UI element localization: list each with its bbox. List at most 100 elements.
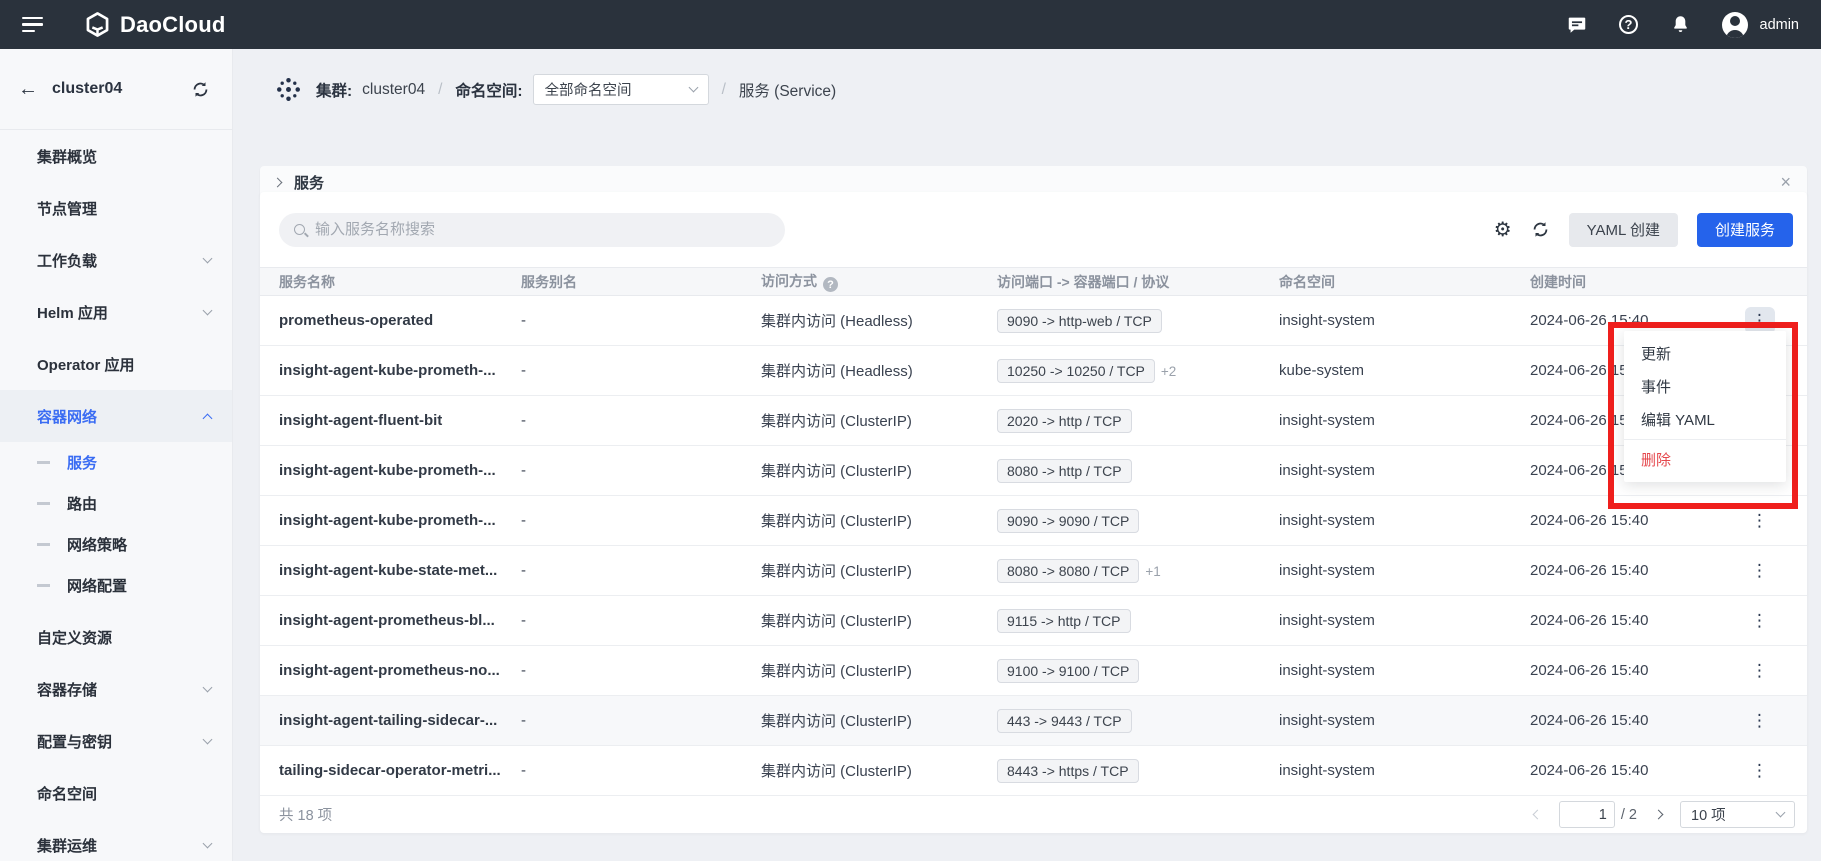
table-row[interactable]: insight-agent-kube-state-met...-集群内访问 (C… bbox=[260, 546, 1807, 596]
cluster-switch-icon[interactable] bbox=[191, 80, 210, 99]
sidebar-item-14[interactable]: 集群运维 bbox=[0, 819, 232, 861]
chevron-down-icon bbox=[203, 253, 213, 263]
back-arrow-icon[interactable]: ← bbox=[18, 78, 38, 101]
chevron-down-icon bbox=[203, 838, 213, 848]
namespace: insight-system bbox=[1279, 296, 1530, 346]
refresh-icon[interactable] bbox=[1531, 220, 1550, 239]
actions: ⋮ bbox=[1745, 596, 1807, 646]
sidebar-item-label: 命名空间 bbox=[37, 783, 97, 804]
context-menu-item-2[interactable]: 编辑 YAML bbox=[1624, 403, 1786, 436]
gear-icon[interactable]: ⚙ bbox=[1494, 217, 1512, 242]
sidebar-item-label: 路由 bbox=[67, 493, 97, 514]
page-number-input[interactable] bbox=[1559, 801, 1615, 828]
port-chip: 8443 -> https / TCP bbox=[997, 759, 1139, 783]
access-mode: 集群内访问 (ClusterIP) bbox=[761, 596, 997, 646]
create-service-button[interactable]: 创建服务 bbox=[1697, 213, 1793, 247]
message-icon[interactable] bbox=[1566, 14, 1588, 36]
service-name: insight-agent-kube-prometh-... bbox=[260, 496, 521, 546]
access-mode: 集群内访问 (Headless) bbox=[761, 346, 997, 396]
table-row[interactable]: insight-agent-prometheus-no...-集群内访问 (Cl… bbox=[260, 646, 1807, 696]
hamburger-menu-icon[interactable] bbox=[22, 17, 44, 32]
service-name: insight-agent-kube-prometh-... bbox=[260, 446, 521, 496]
context-menu-item-0[interactable]: 更新 bbox=[1624, 337, 1786, 370]
page-size-select[interactable]: 10 项 bbox=[1680, 801, 1795, 828]
search-input[interactable] bbox=[315, 221, 770, 238]
service-alias: - bbox=[521, 696, 761, 746]
service-name: insight-agent-prometheus-bl... bbox=[260, 596, 521, 646]
search-box[interactable] bbox=[279, 213, 785, 247]
sidebar-item-label: 服务 bbox=[67, 452, 97, 473]
daocloud-logo-icon bbox=[84, 11, 111, 38]
table-row[interactable]: insight-agent-tailing-sidecar-...-集群内访问 … bbox=[260, 696, 1807, 746]
page-prev-icon[interactable] bbox=[1530, 807, 1545, 822]
brand-logo[interactable]: DaoCloud bbox=[84, 11, 225, 38]
card-toolbar: ⚙ YAML 创建 创建服务 bbox=[260, 192, 1807, 267]
namespace-select[interactable]: 全部命名空间 bbox=[533, 74, 709, 105]
cluster-dots-icon bbox=[275, 76, 302, 103]
sidebar-item-4[interactable]: Operator 应用 bbox=[0, 338, 232, 390]
created-time: 2024-06-26 15:40 bbox=[1530, 696, 1745, 746]
sidebar-item-10[interactable]: 自定义资源 bbox=[0, 611, 232, 663]
panel-title: 服务 bbox=[294, 172, 324, 193]
sidebar-item-3[interactable]: Helm 应用 bbox=[0, 286, 232, 338]
ports: 9090 -> 9090 / TCP bbox=[997, 496, 1279, 546]
pagination-bar: 共 18 项 / 2 10 项 bbox=[260, 796, 1807, 833]
kebab-menu-icon[interactable]: ⋮ bbox=[1745, 557, 1775, 584]
kebab-menu-icon[interactable]: ⋮ bbox=[1745, 657, 1775, 684]
table-row[interactable]: insight-agent-kube-prometh-...-集群内访问 (Cl… bbox=[260, 446, 1807, 496]
namespace: insight-system bbox=[1279, 396, 1530, 446]
kebab-menu-icon[interactable]: ⋮ bbox=[1745, 707, 1775, 734]
table-row[interactable]: insight-agent-kube-prometh-...-集群内访问 (Cl… bbox=[260, 496, 1807, 546]
sidebar-item-1[interactable]: 节点管理 bbox=[0, 182, 232, 234]
service-name: insight-agent-kube-prometh-... bbox=[260, 346, 521, 396]
col-created: 创建时间 bbox=[1530, 268, 1745, 296]
sidebar-item-7[interactable]: 路由 bbox=[0, 483, 232, 524]
help-icon[interactable]: ? bbox=[1618, 14, 1640, 36]
breadcrumb-cluster-value[interactable]: cluster04 bbox=[362, 81, 425, 99]
sidebar-item-0[interactable]: 集群概览 bbox=[0, 130, 232, 182]
kebab-menu-icon[interactable]: ⋮ bbox=[1745, 607, 1775, 634]
sidebar-item-6[interactable]: 服务 bbox=[0, 442, 232, 483]
yaml-create-button[interactable]: YAML 创建 bbox=[1569, 213, 1678, 247]
access-mode: 集群内访问 (ClusterIP) bbox=[761, 696, 997, 746]
namespace: insight-system bbox=[1279, 746, 1530, 796]
context-menu-item-delete[interactable]: 删除 bbox=[1624, 443, 1786, 476]
ports: 8443 -> https / TCP bbox=[997, 746, 1279, 796]
namespace: insight-system bbox=[1279, 546, 1530, 596]
actions: ⋮ bbox=[1745, 746, 1807, 796]
table-row[interactable]: tailing-sidecar-operator-metri...-集群内访问 … bbox=[260, 746, 1807, 796]
kebab-menu-icon[interactable]: ⋮ bbox=[1745, 757, 1775, 784]
table-row[interactable]: insight-agent-fluent-bit-集群内访问 (ClusterI… bbox=[260, 396, 1807, 446]
annotation-highlight-box: 更新事件编辑 YAML 删除 bbox=[1608, 322, 1798, 509]
ports: 9090 -> http-web / TCP bbox=[997, 296, 1279, 346]
username[interactable]: admin bbox=[1760, 17, 1800, 33]
service-name: insight-agent-tailing-sidecar-... bbox=[260, 696, 521, 746]
port-chip: 9090 -> http-web / TCP bbox=[997, 309, 1162, 333]
sidebar-item-2[interactable]: 工作负载 bbox=[0, 234, 232, 286]
notification-bell-icon[interactable] bbox=[1670, 14, 1692, 36]
sidebar-item-9[interactable]: 网络配置 bbox=[0, 565, 232, 606]
context-menu-item-1[interactable]: 事件 bbox=[1624, 370, 1786, 403]
sidebar-item-11[interactable]: 容器存储 bbox=[0, 663, 232, 715]
sidebar-item-13[interactable]: 命名空间 bbox=[0, 767, 232, 819]
service-alias: - bbox=[521, 446, 761, 496]
table-row[interactable]: insight-agent-kube-prometh-...-集群内访问 (He… bbox=[260, 346, 1807, 396]
ports: 2020 -> http / TCP bbox=[997, 396, 1279, 446]
close-icon[interactable]: × bbox=[1780, 173, 1791, 191]
port-chip: 9100 -> 9100 / TCP bbox=[997, 659, 1139, 683]
sidebar-item-8[interactable]: 网络策略 bbox=[0, 524, 232, 565]
service-alias: - bbox=[521, 346, 761, 396]
kebab-menu-icon[interactable]: ⋮ bbox=[1745, 507, 1775, 534]
page-total: / 2 bbox=[1621, 807, 1637, 823]
page-next-icon[interactable] bbox=[1651, 807, 1666, 822]
sidebar-item-label: 容器存储 bbox=[37, 679, 97, 700]
row-context-menu: 更新事件编辑 YAML 删除 bbox=[1624, 331, 1786, 482]
table-row[interactable]: prometheus-operated-集群内访问 (Headless)9090… bbox=[260, 296, 1807, 346]
sidebar-item-12[interactable]: 配置与密钥 bbox=[0, 715, 232, 767]
user-avatar[interactable] bbox=[1722, 12, 1748, 38]
breadcrumb-page: 服务 (Service) bbox=[739, 79, 836, 101]
help-icon[interactable]: ? bbox=[823, 277, 838, 292]
sidebar-item-5[interactable]: 容器网络 bbox=[0, 390, 232, 442]
table-row[interactable]: insight-agent-prometheus-bl...-集群内访问 (Cl… bbox=[260, 596, 1807, 646]
sidebar-item-label: 自定义资源 bbox=[37, 627, 112, 648]
